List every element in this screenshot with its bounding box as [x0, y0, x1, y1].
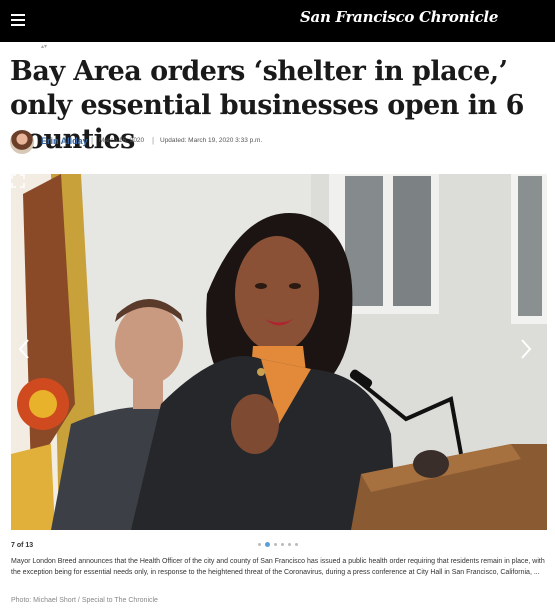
- byline-divider: |: [91, 136, 94, 145]
- next-photo-button[interactable]: [520, 338, 540, 368]
- photo-credit: Photo: Michael Short / Special to The Ch…: [11, 597, 158, 604]
- byline-divider: |: [152, 136, 155, 145]
- press-conference-photo: [11, 174, 547, 530]
- updated-date: Updated: March 19, 2020 3:33 p.m.: [160, 137, 263, 144]
- chevron-left-icon: [18, 339, 29, 359]
- pagination-dot-active[interactable]: [265, 542, 270, 547]
- expand-icon[interactable]: [11, 174, 25, 188]
- byline: Erin Allday | March 16, 2020 | Updated: …: [10, 129, 550, 155]
- previous-photo-button[interactable]: [18, 338, 38, 368]
- decorative-mark: ▴▾: [41, 44, 48, 50]
- hamburger-menu-icon[interactable]: [11, 14, 25, 26]
- top-navigation-bar: San Francisco Chronicle: [0, 0, 555, 42]
- photo-caption: Mayor London Breed announces that the He…: [11, 558, 545, 576]
- pagination-dot[interactable]: [295, 543, 298, 546]
- gallery-pagination-dots: [258, 542, 298, 548]
- gallery-photo[interactable]: [11, 174, 547, 530]
- author-name[interactable]: Erin Allday: [41, 136, 88, 146]
- site-masthead[interactable]: San Francisco Chronicle: [300, 8, 498, 30]
- pagination-dot[interactable]: [281, 543, 284, 546]
- pagination-dot[interactable]: [274, 543, 277, 546]
- pagination-dot[interactable]: [288, 543, 291, 546]
- publish-date: March 16, 2020: [99, 137, 145, 144]
- chevron-right-icon: [521, 339, 532, 359]
- author-avatar[interactable]: [10, 130, 34, 154]
- gallery-counter: 7 of 13: [11, 542, 34, 549]
- pagination-dot[interactable]: [258, 543, 261, 546]
